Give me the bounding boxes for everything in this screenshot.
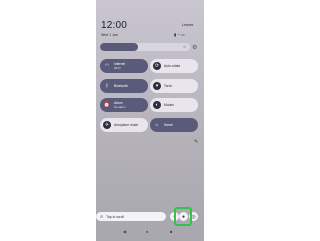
edit-icon[interactable]: ✎ (194, 139, 198, 145)
tile-aeroplane-mode[interactable]: ✈ Aeroplane mode (100, 118, 148, 132)
nav-back-icon[interactable]: ◀ (123, 229, 126, 234)
nav-recents-icon[interactable]: ■ (170, 229, 172, 234)
tile-alarm[interactable]: ⏰ Alarm No alarm (100, 98, 148, 112)
status-icons: ▮ ◔ ▭ (174, 32, 185, 37)
brightness-slider[interactable]: ☼ (100, 43, 190, 51)
flashlight-icon: ▾ (153, 82, 161, 90)
phone-screen: 12:00 Leaves Wed 1 Jan ▮ ◔ ▭ ☼ ⚙ ◠ Inter… (96, 0, 204, 241)
rotate-icon: ⟳ (153, 62, 161, 70)
clock: 12:00 (101, 20, 128, 31)
wifi-icon: ◠ (104, 63, 110, 69)
brightness-fill (100, 43, 138, 51)
bluetooth-icon: ᛒ (105, 83, 109, 89)
carrier-label: Leaves (182, 23, 194, 27)
tile-torch[interactable]: ▾ Torch (150, 79, 198, 93)
battery-icon: ▭ (180, 32, 185, 37)
tile-home[interactable]: ⌂ Home (150, 118, 198, 132)
tile-internet[interactable]: ◠ Internet Wi-Fi (100, 59, 148, 73)
signal-icon: ▮ (174, 32, 177, 37)
brightness-icon: ☼ (182, 44, 187, 50)
tile-auto-rotate[interactable]: ⟳ Auto-rotate (150, 59, 198, 73)
tile-modes[interactable]: ◐ Modes (150, 98, 198, 112)
alarm-icon: ⏰ (103, 102, 111, 108)
record-icon: ⊙ (100, 214, 104, 219)
tile-bluetooth[interactable]: ᛒ Bluetooth (100, 79, 148, 93)
selection-highlight (174, 207, 192, 226)
home-icon: ⌂ (155, 122, 159, 128)
wifi-icon: ◔ (177, 32, 180, 37)
settings-icon[interactable]: ⚙ (192, 44, 197, 51)
screen-search-bar[interactable]: ⊙ Tap to scroll (96, 212, 166, 221)
airplane-icon: ✈ (103, 121, 111, 129)
modes-icon: ◐ (153, 101, 161, 109)
nav-home-icon[interactable]: ● (146, 229, 148, 234)
date-label: Wed 1 Jan (101, 33, 118, 37)
